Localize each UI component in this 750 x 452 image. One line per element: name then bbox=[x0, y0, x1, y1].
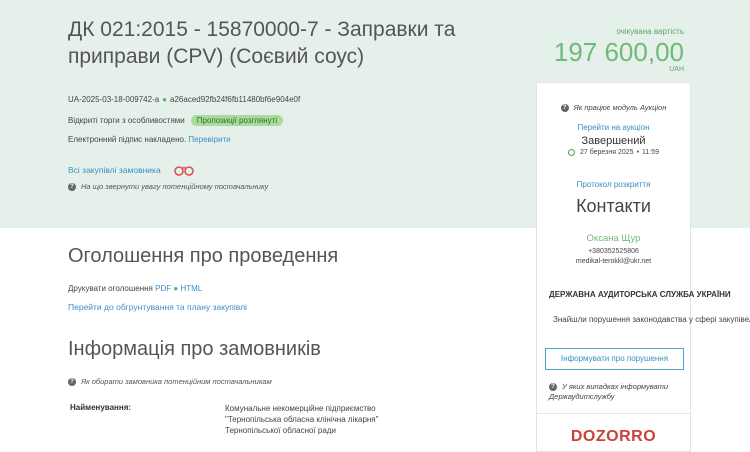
question-icon: ? bbox=[560, 103, 569, 112]
customer-heading: Інформація про замовників bbox=[68, 338, 321, 360]
goto-auction-link[interactable]: Перейти на аукціон bbox=[537, 123, 690, 132]
protocol-link[interactable]: Протокол розкриття bbox=[537, 180, 690, 189]
expected-value-label: очікувана вартість bbox=[616, 27, 684, 36]
auction-time: 11:59 bbox=[642, 149, 660, 156]
contact-name: Оксана Щур bbox=[586, 233, 641, 244]
customer-name-label: Найменування: bbox=[70, 403, 132, 412]
procedure-type: Відкриті торги з особливостями bbox=[68, 116, 185, 125]
expected-value-currency: UAH bbox=[669, 66, 684, 73]
print-pdf-link[interactable]: PDF bbox=[155, 284, 171, 293]
attention-hint[interactable]: ? На що звернути увагу потенційному пост… bbox=[68, 182, 268, 191]
contact-email[interactable]: medikal-terokkl@ukr.net bbox=[537, 258, 690, 265]
procedure-row: Відкриті торги з особливостями Пропозиції… bbox=[68, 115, 284, 126]
binoculars-icon[interactable] bbox=[173, 164, 195, 176]
contact-phone: +380352525806 bbox=[588, 248, 639, 255]
audit-hint-text: У яких випадках інформувати Держаудитслу… bbox=[549, 382, 669, 401]
tender-meta: UA-2025-03-18-009742-a ● a26aced92fb24f6fb… bbox=[68, 95, 300, 104]
print-separator: ● bbox=[173, 284, 179, 293]
auction-hint[interactable]: ? Як працює модуль Аукціон bbox=[537, 103, 690, 112]
customer-hint[interactable]: ? Як обирати замовника потенційним поста… bbox=[68, 377, 272, 386]
sidebar-divider bbox=[537, 413, 690, 414]
sidebar-panel: ? Як працює модуль Аукціон Перейти на ау… bbox=[536, 82, 750, 452]
question-icon: ? bbox=[68, 182, 76, 191]
meta-separator: ● bbox=[162, 95, 168, 104]
auction-status: Завершений bbox=[581, 135, 646, 147]
all-purchases-row: Всі закупівлі замовника bbox=[68, 164, 195, 176]
tender-hash: a26aced92fb24f6fb11480bf6e904e0f bbox=[170, 95, 301, 104]
announcement-heading: Оголошення про проведення bbox=[68, 245, 339, 267]
audit-heading: ДЕРЖАВНА АУДИТОРСЬКА СЛУЖБА УКРАЇНИ bbox=[549, 290, 731, 299]
signature-row: Електронний підпис накладено. Перевірити bbox=[68, 135, 231, 144]
question-icon: ? bbox=[68, 377, 76, 386]
attention-hint-text: На що звернути увагу потенційному постач… bbox=[81, 182, 269, 191]
print-row: Друкувати оголошення PDF ● HTML bbox=[68, 284, 202, 293]
customer-name-value: Комунальне некомерційне підприємство "Те… bbox=[225, 404, 379, 435]
tender-id: UA-2025-03-18-009742-a bbox=[68, 95, 160, 104]
audit-question: Знайшли порушення законодавства у сфері … bbox=[553, 315, 750, 324]
expected-value-amount: 197 600,00 bbox=[553, 37, 684, 67]
dozorro-logo[interactable]: DOZORRO bbox=[537, 428, 690, 446]
report-violation-button[interactable]: Інформувати про порушення bbox=[545, 348, 684, 370]
contacts-heading: Контакти bbox=[576, 196, 651, 216]
auction-date-row: 27 березня 2025 • 11:59 bbox=[537, 149, 690, 156]
print-html-link[interactable]: HTML bbox=[180, 284, 202, 293]
print-label: Друкувати оголошення bbox=[68, 284, 153, 293]
auction-date-separator: • bbox=[636, 149, 640, 156]
page-title: ДК 021:2015 - 15870000-7 - Заправки та п… bbox=[68, 18, 456, 68]
clock-icon bbox=[567, 149, 575, 156]
verify-signature-link[interactable]: Перевірити bbox=[188, 135, 230, 144]
plan-link[interactable]: Перейти до обгрунтування та плану закупі… bbox=[68, 302, 247, 312]
auction-date: 27 березня 2025 bbox=[579, 149, 634, 156]
auction-hint-text: Як працює модуль Аукціон bbox=[573, 103, 667, 112]
audit-hint[interactable]: ? У яких випадках інформувати Держаудитс… bbox=[549, 382, 684, 402]
question-icon: ? bbox=[549, 383, 557, 391]
all-purchases-link[interactable]: Всі закупівлі замовника bbox=[68, 165, 161, 175]
status-badge: Пропозиції розглянуті bbox=[190, 115, 284, 126]
customer-hint-text: Як обирати замовника потенційним постача… bbox=[81, 377, 272, 386]
signature-text: Електронний підпис накладено. bbox=[68, 135, 187, 144]
